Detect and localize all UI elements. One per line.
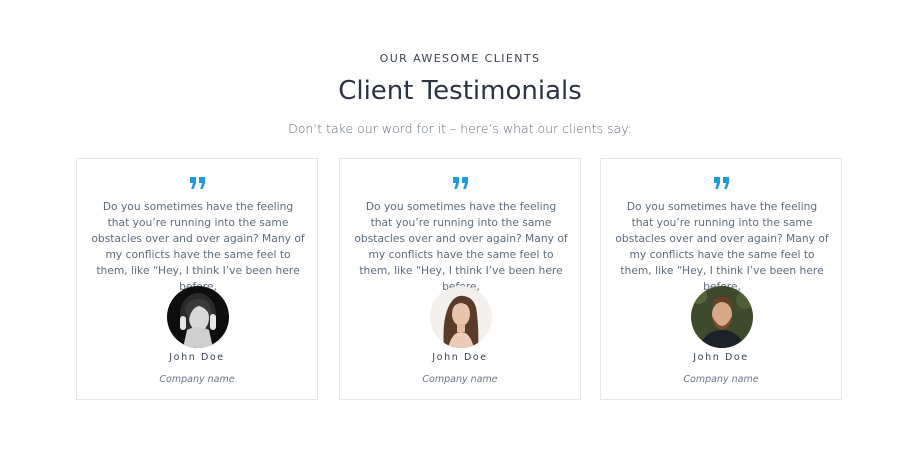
quote-icon	[714, 177, 729, 189]
client-company: Company name	[422, 374, 498, 385]
testimonial-card: Do you sometimes have the feeling that y…	[600, 158, 842, 400]
client-company: Company name	[683, 374, 759, 385]
section-title: Client Testimonials	[338, 76, 582, 106]
client-name: John Doe	[693, 352, 749, 363]
section-subtitle: Don’t take our word for it – here’s what…	[288, 121, 632, 136]
section-eyebrow: OUR AWESOME CLIENTS	[379, 52, 541, 65]
client-company: Company name	[159, 374, 235, 385]
client-avatar	[167, 286, 229, 348]
testimonial-quote: Do you sometimes have the feeling that y…	[615, 200, 829, 293]
testimonial-quote: Do you sometimes have the feeling that y…	[91, 200, 305, 293]
client-avatar	[691, 286, 753, 348]
testimonial-card: Do you sometimes have the feeling that y…	[76, 158, 318, 400]
client-name: John Doe	[432, 352, 488, 363]
client-name: John Doe	[169, 352, 225, 363]
client-avatar	[430, 286, 492, 348]
testimonial-card: Do you sometimes have the feeling that y…	[339, 158, 581, 400]
quote-icon	[190, 177, 205, 189]
testimonial-quote: Do you sometimes have the feeling that y…	[354, 200, 568, 293]
quote-icon	[453, 177, 468, 189]
